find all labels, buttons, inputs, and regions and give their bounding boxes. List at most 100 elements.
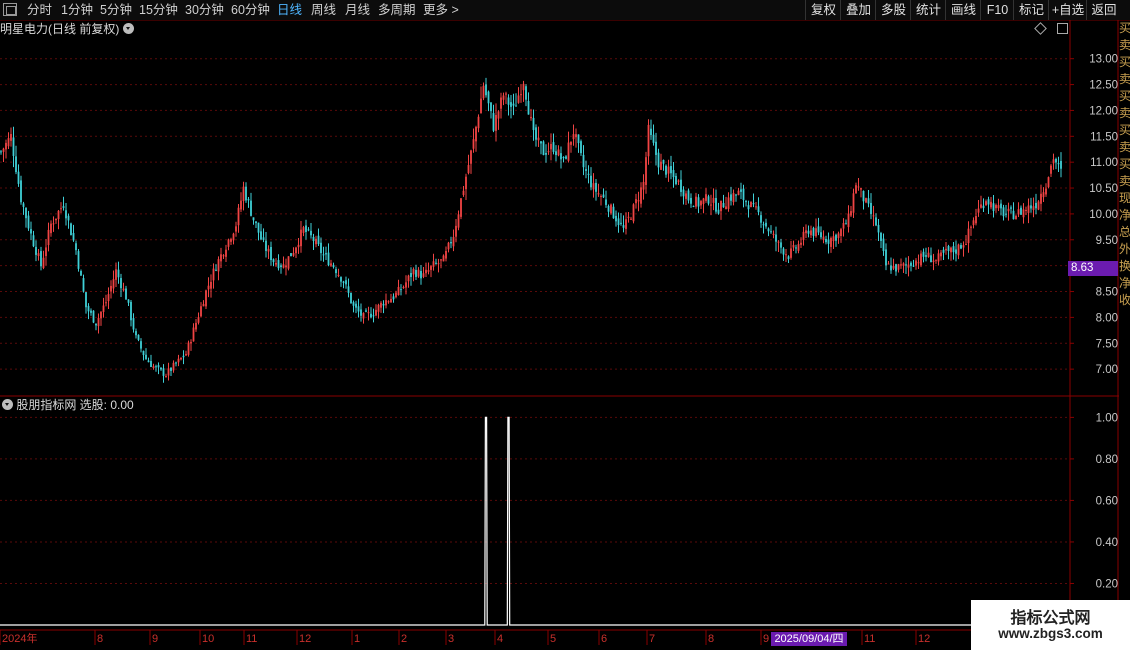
candle-body bbox=[270, 246, 272, 261]
current-price-tag: 8.63 bbox=[1068, 261, 1118, 276]
candle-body bbox=[665, 165, 667, 175]
candle-body bbox=[505, 93, 507, 95]
candle-body bbox=[735, 194, 737, 196]
candle-body bbox=[87, 305, 90, 312]
candle-body bbox=[267, 248, 270, 252]
candle-body bbox=[967, 228, 970, 244]
candle-body bbox=[1052, 159, 1055, 164]
candle-body bbox=[95, 323, 97, 326]
candle-body bbox=[655, 141, 657, 155]
candle-body bbox=[472, 139, 475, 149]
signal-line bbox=[0, 416, 1070, 626]
quote-side-panel: 买卖买卖买卖买卖买卖现净总外换净收 bbox=[1119, 21, 1130, 307]
candle-body bbox=[867, 198, 870, 204]
candle-body bbox=[67, 215, 70, 221]
candle-body bbox=[552, 142, 555, 152]
candle-body bbox=[235, 226, 237, 232]
candle-body bbox=[437, 263, 440, 265]
candle-body bbox=[90, 310, 92, 313]
candle-body bbox=[212, 268, 215, 281]
candle-body bbox=[862, 190, 865, 202]
candle-body bbox=[27, 215, 30, 229]
candle-body bbox=[837, 233, 840, 238]
candle-body bbox=[37, 253, 40, 257]
candle-body bbox=[605, 199, 607, 205]
candle-body bbox=[332, 264, 335, 268]
candle-body bbox=[992, 203, 995, 211]
date-tick-label: 2 bbox=[401, 633, 407, 645]
candle-body bbox=[285, 265, 287, 268]
candle-body bbox=[617, 218, 620, 226]
date-tick-label: 8 bbox=[97, 633, 103, 645]
candle-body bbox=[252, 217, 255, 221]
candle-body bbox=[205, 290, 207, 307]
candle-body bbox=[530, 116, 532, 119]
price-axis-labels: 7.007.508.008.509.009.5010.0010.5011.001… bbox=[1089, 54, 1118, 376]
candle-body bbox=[357, 306, 360, 312]
candle-body bbox=[52, 223, 55, 225]
candle-body bbox=[710, 204, 712, 206]
candle-body bbox=[602, 194, 605, 198]
candle-body bbox=[342, 281, 345, 283]
candle-body bbox=[15, 156, 17, 173]
kline-chart[interactable]: 7.007.508.008.509.009.5010.0010.5011.001… bbox=[0, 0, 1130, 650]
candle-body bbox=[325, 253, 327, 255]
candle-body bbox=[245, 186, 247, 201]
date-tick-label: 9 bbox=[763, 633, 769, 645]
candle-body bbox=[70, 223, 72, 236]
candle-body bbox=[167, 368, 170, 376]
candle-body bbox=[927, 252, 930, 257]
candle-body bbox=[620, 222, 622, 224]
candle-body bbox=[360, 309, 362, 316]
candle-body bbox=[47, 229, 50, 246]
candle-body bbox=[57, 210, 60, 220]
candle-body bbox=[240, 200, 242, 210]
candle-body bbox=[127, 299, 130, 303]
candle-body bbox=[737, 190, 740, 196]
candle-body bbox=[765, 222, 767, 227]
candle-body bbox=[282, 264, 285, 268]
candle-body bbox=[687, 190, 690, 201]
candle-body bbox=[302, 227, 305, 233]
candle-body bbox=[1040, 193, 1042, 204]
candle-body bbox=[515, 105, 517, 107]
indicator-title-row: 股朋指标网 选股: 0.00 bbox=[2, 398, 134, 412]
candle-body bbox=[697, 197, 700, 207]
price-tick-label: 9.50 bbox=[1096, 235, 1118, 247]
date-tick-label: 12 bbox=[299, 633, 311, 645]
candle-body bbox=[1045, 188, 1047, 195]
candle-body bbox=[1042, 192, 1045, 198]
candle-body bbox=[915, 260, 917, 266]
candle-body bbox=[250, 200, 252, 216]
indicator-tick-label: 0.80 bbox=[1096, 454, 1118, 466]
candle-body bbox=[742, 188, 745, 201]
candle-body bbox=[1005, 213, 1007, 215]
candle-body bbox=[957, 244, 960, 256]
date-tick-label: 3 bbox=[448, 633, 454, 645]
maximize-icon[interactable] bbox=[1057, 23, 1068, 34]
date-tick-label: 7 bbox=[649, 633, 655, 645]
candle-body bbox=[780, 242, 782, 248]
candle-body bbox=[170, 367, 172, 371]
chevron-down-icon[interactable] bbox=[122, 23, 134, 34]
candle-body bbox=[470, 150, 472, 164]
candle-body bbox=[890, 265, 892, 271]
candle-body bbox=[162, 368, 165, 376]
candle-body bbox=[817, 226, 820, 233]
candle-body bbox=[637, 200, 640, 202]
candle-body bbox=[485, 84, 487, 96]
candle-body bbox=[365, 310, 367, 312]
candle-body bbox=[1025, 209, 1027, 211]
candle-body bbox=[120, 278, 122, 289]
candle-body bbox=[555, 151, 557, 156]
candle-body bbox=[767, 228, 770, 232]
indicator-tick-label: 0.20 bbox=[1096, 578, 1118, 590]
candle-body bbox=[832, 236, 835, 242]
candle-body bbox=[42, 257, 45, 268]
candle-body bbox=[432, 261, 435, 267]
date-tick-label: 1 bbox=[354, 633, 360, 645]
candle-body bbox=[872, 215, 875, 217]
chevron-down-icon[interactable] bbox=[2, 399, 13, 410]
candle-body bbox=[835, 234, 837, 241]
candle-body bbox=[1002, 207, 1005, 217]
